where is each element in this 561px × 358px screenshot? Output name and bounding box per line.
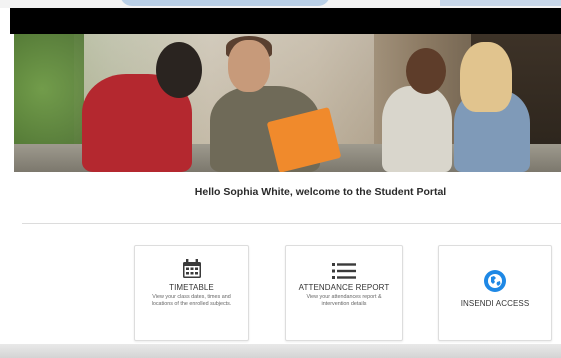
hero-student-writing <box>382 86 452 172</box>
globe-icon <box>484 270 506 292</box>
attendance-report-title: ATTENDANCE REPORT <box>298 283 390 292</box>
welcome-message: Hello Sophia White, welcome to the Stude… <box>194 186 447 198</box>
timetable-title: TIMETABLE <box>169 283 214 292</box>
hero-student-head <box>156 42 202 98</box>
hero-banner-image <box>14 34 561 172</box>
header-bar <box>10 8 561 34</box>
top-strip <box>0 0 561 8</box>
hero-student-head <box>406 48 446 94</box>
attendance-report-description: View your attendances report & intervent… <box>306 294 382 307</box>
background-shape <box>440 0 561 6</box>
timetable-card[interactable]: TIMETABLE View your class dates, times a… <box>134 245 249 341</box>
section-divider <box>22 223 561 224</box>
timetable-description: View your class dates, times and locatio… <box>151 294 232 307</box>
hero-student-head <box>228 40 270 92</box>
attendance-report-card[interactable]: ATTENDANCE REPORT View your attendances … <box>285 245 403 341</box>
calendar-icon <box>182 259 201 278</box>
bottom-shadow <box>0 344 561 358</box>
hero-student-head <box>460 42 512 112</box>
list-icon <box>332 263 356 279</box>
insendi-access-title: INSENDI ACCESS <box>460 299 530 308</box>
insendi-access-card[interactable]: INSENDI ACCESS <box>438 245 552 341</box>
background-shape <box>120 0 330 6</box>
